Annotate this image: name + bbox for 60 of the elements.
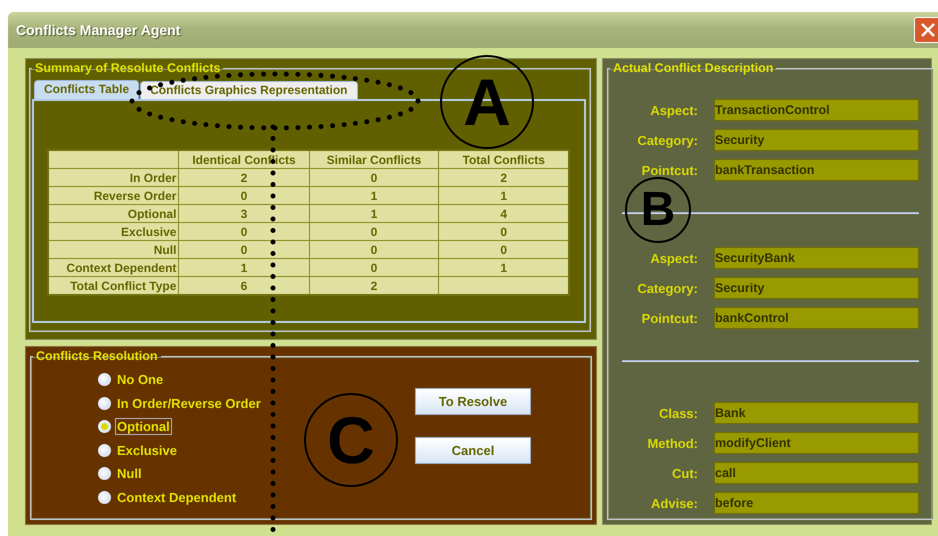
text-field[interactable]: Security [714, 129, 919, 151]
field-label: Aspect: [649, 102, 698, 118]
text-field[interactable]: SecurityBank [714, 247, 919, 269]
table-cell: 0 [178, 222, 310, 240]
table-cell: 1 [309, 204, 439, 222]
radio-button[interactable] [98, 420, 111, 434]
option-label[interactable]: No One [115, 371, 166, 388]
tab[interactable]: Conflicts Graphics Representation [140, 81, 358, 99]
tab[interactable]: Conflicts Table [34, 80, 140, 99]
text-field[interactable]: TransactionControl [714, 99, 919, 121]
table-cell: 1 [309, 186, 439, 204]
field-label: Pointcut: [640, 162, 698, 178]
table-cell: 1 [178, 258, 310, 276]
row-header: In Order [48, 168, 179, 186]
table-cell: 0 [309, 258, 439, 276]
field-label: Class: [658, 406, 698, 420]
row-header: Context Dependent [48, 258, 179, 276]
text-field[interactable]: before [714, 492, 919, 514]
row-header: Null [48, 240, 179, 258]
row-header: Optional [48, 204, 179, 222]
text-field[interactable]: bankControl [714, 307, 919, 329]
row-header: Exclusive [48, 222, 179, 240]
panel-title: Actual Conflict Description [612, 62, 774, 74]
table-cell: 0 [178, 186, 310, 204]
radio-button[interactable] [98, 444, 111, 457]
field-label: Cut: [671, 466, 698, 480]
text-field[interactable]: Security [714, 277, 919, 299]
table-cell: 0 [309, 222, 439, 240]
close-icon[interactable] [914, 17, 938, 43]
radio-button[interactable] [98, 490, 111, 504]
text-field[interactable]: Bank [714, 402, 919, 424]
table-cell: 2 [178, 168, 310, 186]
text-field[interactable]: bankTransaction [714, 159, 919, 181]
table-cell: 0 [309, 240, 439, 258]
column-header: Identical Conflicts [178, 150, 310, 168]
action-button[interactable]: To Resolve [415, 388, 531, 415]
callout-label: C [304, 393, 398, 487]
table-cell: 3 [178, 204, 310, 222]
action-button[interactable]: Cancel [415, 437, 531, 464]
field-label: Category: [636, 280, 698, 296]
field-label: Pointcut: [640, 310, 698, 326]
table-cell: 0 [178, 240, 310, 258]
option-label[interactable]: Exclusive [115, 442, 179, 459]
option-label[interactable]: Null [115, 465, 144, 482]
row-header: Reverse Order [48, 186, 179, 204]
text-field[interactable]: call [714, 462, 919, 484]
table-cell: 0 [309, 168, 439, 186]
field-label: Advise: [650, 496, 698, 510]
window-title: Conflicts Manager Agent [15, 22, 180, 38]
option-label[interactable]: In Order/Reverse Order [115, 394, 263, 412]
radio-button[interactable] [98, 373, 111, 386]
column-header: Similar Conflicts [309, 150, 439, 168]
text-field[interactable]: modifyClient [714, 432, 919, 454]
option-label[interactable]: Optional [115, 418, 172, 436]
field-label: Aspect: [649, 250, 698, 266]
radio-button[interactable] [98, 467, 111, 480]
field-label: Method: [646, 436, 698, 450]
radio-button[interactable] [98, 396, 111, 410]
field-label: Category: [636, 132, 698, 148]
option-label[interactable]: Context Dependent [115, 488, 238, 506]
